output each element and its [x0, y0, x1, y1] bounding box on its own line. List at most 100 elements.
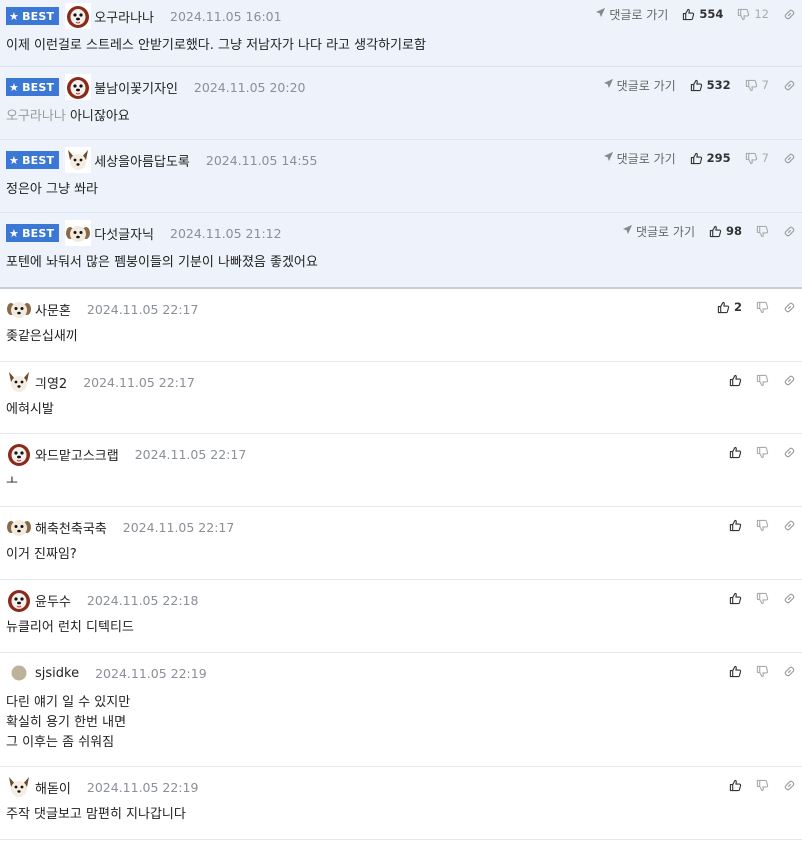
thumbs-up-icon	[682, 8, 695, 21]
nickname[interactable]: 세상을아름답도록	[94, 151, 190, 170]
nickname[interactable]: 불남이꽃기자인	[94, 78, 178, 97]
link-icon	[783, 225, 796, 238]
star-icon: ★	[9, 9, 20, 23]
puppy-avatar[interactable]	[65, 220, 92, 246]
puppy-avatar[interactable]	[6, 296, 32, 322]
link-button[interactable]	[783, 374, 796, 387]
corgi-avatar[interactable]	[65, 147, 92, 173]
nickname[interactable]: 윤두수	[35, 591, 71, 610]
maltese-avatar[interactable]	[65, 74, 92, 100]
nickname[interactable]: 오구라나나	[94, 7, 154, 26]
comment-date: 2024.11.05 20:20	[193, 79, 306, 95]
maltese-avatar[interactable]	[6, 587, 32, 613]
link-icon	[783, 592, 796, 605]
comment-text: 이거 진짜임?	[6, 547, 77, 562]
maltese-avatar[interactable]	[65, 3, 92, 29]
like-button[interactable]	[729, 665, 742, 678]
dislike-button[interactable]: 12	[737, 7, 769, 21]
like-count: 98	[725, 224, 742, 238]
nickname[interactable]: 긔영2	[35, 373, 67, 392]
comment-text: 뉴클리어 런치 디텍티드	[6, 620, 134, 635]
best-comment: ★ BEST 오구라나나 2024.11.05 16:01 이제 이런걸로 스트레스 안…	[0, 0, 802, 67]
comment-date: 2024.11.05 21:12	[170, 225, 282, 241]
like-button[interactable]	[729, 446, 742, 459]
nickname[interactable]: sjsidke	[35, 666, 79, 681]
comment: sjsidke 2024.11.05 22:19 다린 얘기 일 수 있지만 확실히…	[0, 653, 802, 767]
best-badge: ★ BEST	[6, 78, 60, 96]
dislike-button[interactable]	[756, 225, 769, 238]
thumbs-down-icon	[745, 79, 758, 92]
link-button[interactable]	[783, 152, 796, 165]
corgi-avatar[interactable]	[6, 774, 32, 800]
maltese-avatar[interactable]	[6, 441, 32, 467]
goto-reply-button[interactable]: 댓글로 가기	[622, 223, 695, 240]
thumbs-up-icon	[717, 301, 730, 314]
dislike-button[interactable]	[756, 301, 769, 314]
mention-link[interactable]: 오구라나나	[6, 109, 66, 124]
link-button[interactable]	[783, 8, 796, 21]
link-icon	[783, 8, 796, 21]
comment-actions: 댓글로 가기 295 7	[603, 150, 796, 166]
like-button[interactable]: 295	[690, 151, 731, 165]
like-button[interactable]: 98	[709, 224, 742, 238]
link-button[interactable]	[783, 225, 796, 238]
best-comment: ★ BEST 다섯글자닉 2024.11.05 21:12 포텐에 놔둬서 많은 펨붕이…	[0, 213, 802, 289]
like-button[interactable]	[729, 374, 742, 387]
dislike-button[interactable]: 7	[745, 78, 769, 92]
thumbs-down-icon	[737, 8, 750, 21]
dislike-button[interactable]	[756, 446, 769, 459]
link-button[interactable]	[783, 665, 796, 678]
dislike-button[interactable]	[756, 519, 769, 532]
comment-text: ㅗ	[6, 474, 18, 489]
link-button[interactable]	[783, 592, 796, 605]
comment: 사문혼 2024.11.05 22:17 좆같은십새끼 2	[0, 289, 802, 362]
comment-body: 포텐에 놔둬서 많은 펨붕이들의 기분이 나빠졌음 좋겠어요	[6, 253, 318, 273]
link-button[interactable]	[783, 519, 796, 532]
nickname[interactable]: 와드맡고스크랩	[35, 445, 119, 464]
like-count: 532	[706, 78, 731, 92]
link-icon	[783, 446, 796, 459]
nickname[interactable]: 다섯글자닉	[94, 224, 154, 243]
dislike-button[interactable]	[756, 592, 769, 605]
comment-text: 좆같은십새끼	[6, 329, 78, 344]
goto-reply-button[interactable]: 댓글로 가기	[595, 6, 668, 23]
link-button[interactable]	[783, 79, 796, 92]
comment-meta: sjsidke 2024.11.05 22:19	[6, 663, 207, 683]
thumbs-up-icon	[729, 374, 742, 387]
dislike-button[interactable]	[756, 779, 769, 792]
dislike-button[interactable]	[756, 665, 769, 678]
link-button[interactable]	[783, 301, 796, 314]
thumbs-up-icon	[729, 446, 742, 459]
star-icon: ★	[9, 153, 20, 167]
goto-reply-label: 댓글로 가기	[616, 78, 676, 93]
dislike-count: 7	[761, 151, 769, 165]
comment: 해축천축국축 2024.11.05 22:17 이거 진짜임?	[0, 507, 802, 580]
comment-meta: 윤두수 2024.11.05 22:18	[6, 587, 198, 613]
dislike-button[interactable]: 7	[745, 151, 769, 165]
link-icon	[783, 374, 796, 387]
comment-meta: ★ BEST 오구라나나 2024.11.05 16:01	[6, 3, 282, 29]
corgi-avatar[interactable]	[6, 369, 32, 395]
puppy-avatar[interactable]	[6, 514, 32, 540]
goto-reply-button[interactable]: 댓글로 가기	[603, 150, 676, 167]
like-button[interactable]	[729, 779, 742, 792]
nickname[interactable]: 해돋이	[35, 778, 71, 797]
like-button[interactable]	[729, 592, 742, 605]
dot-avatar[interactable]	[6, 660, 32, 686]
like-button[interactable]: 2	[717, 300, 742, 314]
dislike-button[interactable]	[756, 374, 769, 387]
link-button[interactable]	[783, 779, 796, 792]
comment-body: 다린 얘기 일 수 있지만 확실히 용기 한번 내면 그 이후는 좀 쉬워짐	[6, 693, 130, 753]
like-button[interactable]: 532	[690, 78, 731, 92]
comment-actions: 2	[703, 299, 796, 315]
like-button[interactable]: 554	[682, 7, 723, 21]
nickname[interactable]: 해축천축국축	[35, 518, 107, 537]
thumbs-up-icon	[729, 592, 742, 605]
comment-meta: ★ BEST 불남이꽃기자인 2024.11.05 20:20	[6, 74, 306, 100]
like-button[interactable]	[729, 519, 742, 532]
thumbs-up-icon	[729, 519, 742, 532]
nickname[interactable]: 사문혼	[35, 300, 71, 319]
goto-reply-button[interactable]: 댓글로 가기	[603, 77, 676, 94]
comment-body: 좆같은십새끼	[6, 327, 78, 347]
link-button[interactable]	[783, 446, 796, 459]
